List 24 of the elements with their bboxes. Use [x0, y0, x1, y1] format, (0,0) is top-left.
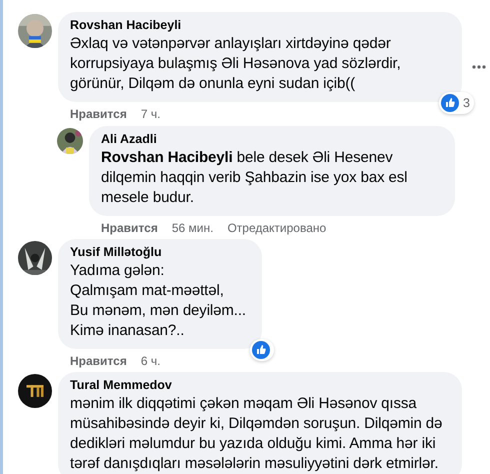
- like-link[interactable]: Нравится: [70, 106, 127, 122]
- reaction-count: 3: [463, 96, 470, 110]
- edited-label: Отредактировано: [227, 220, 326, 236]
- like-link[interactable]: Нравится: [70, 353, 127, 369]
- reaction-badge[interactable]: [250, 339, 274, 361]
- author-name[interactable]: Ali Azadli: [101, 132, 157, 147]
- comment-time[interactable]: 6 ч.: [140, 353, 160, 369]
- comment-time[interactable]: 56 мин.: [172, 220, 214, 236]
- more-options-icon[interactable]: [472, 65, 486, 69]
- comment-text: Kimə inanasan?..: [70, 321, 186, 341]
- like-icon: [252, 341, 270, 359]
- like-icon: [441, 94, 460, 112]
- like-link[interactable]: Нравится: [101, 220, 158, 236]
- author-name[interactable]: Tural Memmedov: [70, 378, 172, 393]
- comment-text: Əxlaq və vətənpərvər anlayışları xirtdəyinə qədər korrupsiyaya bulaşmış Əli Həsənova yad sözlərdir, görünür, Dilqəm də onunla eyni sudan içib((: [70, 34, 402, 94]
- comment-time[interactable]: 7 ч.: [140, 106, 160, 122]
- reaction-badge[interactable]: 3: [439, 92, 474, 114]
- comment-text: mənim ilk diqqətimi çəkən məqam Əli Həsənov qıssa müsahibəsində deyir ki, Dilqəmdən soruşun. Dilqəmin də dedikləri məlumdur bu yazıda olduğu kimi. Amma hər iki tərəf danışdıqları məsələlərin məsuliyyətini dərk etmirlər.: [70, 394, 444, 474]
- comment-text: Qalmışam mat-məəttəl,: [70, 281, 225, 301]
- comment-text: Rovshan Hacibeyli bele desek Əli Hesenev dilqemin haqqin verib Şahbazin ise yox bax esl mesele budur.: [101, 148, 408, 208]
- comment-text: Yadıma gələn:: [70, 261, 166, 281]
- author-name[interactable]: Rovshan Hacibeyli: [70, 18, 182, 33]
- author-name[interactable]: Yusif Millətoğlu: [70, 245, 162, 260]
- comment-text: Bu mənəm, mən deyiləm...: [70, 301, 248, 321]
